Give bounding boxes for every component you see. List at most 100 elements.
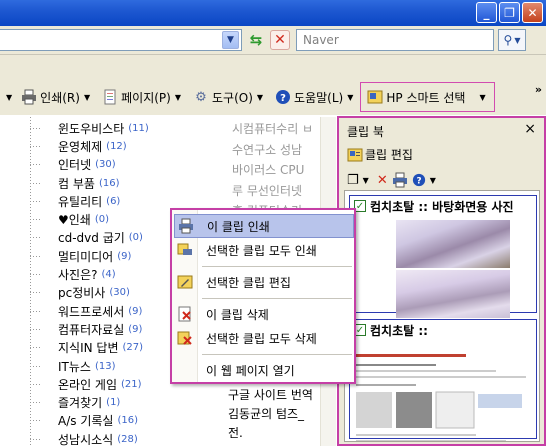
clip-edit-label: 클립 편집	[365, 148, 413, 162]
chevron-down-icon: ▼	[479, 92, 486, 102]
address-dropdown-button[interactable]: ▼	[222, 31, 239, 49]
delete-icon[interactable]: ✕	[377, 173, 388, 188]
category-name: 온라인 게임	[58, 377, 118, 392]
printer-icon	[175, 218, 197, 234]
category-list: 윈도우비스타 (11) 운영체제 (12) 인터넷 (30) 컴 부품 (16) 유틸리티 (6)…	[30, 119, 149, 448]
print-button[interactable]: 인쇄(R) ▼	[18, 84, 93, 110]
clip-thumbnail-image	[396, 270, 510, 318]
address-input[interactable]	[0, 29, 242, 51]
menu-item-label: 이 클립 삭제	[206, 307, 269, 322]
chevron-down-icon[interactable]: ▼	[430, 176, 436, 185]
clip-edit-button[interactable]: 클립 편집	[347, 146, 413, 163]
menu-item-edit-selected[interactable]: 선택한 클립 편집	[174, 270, 354, 294]
copy-icon[interactable]: ❐	[347, 173, 359, 188]
delete-multiple-icon	[174, 330, 196, 346]
printer-icon[interactable]	[392, 172, 408, 188]
restore-icon[interactable]: ❐	[499, 2, 520, 23]
search-input[interactable]: Naver	[296, 29, 494, 51]
category-link[interactable]: 온라인 게임 (21)	[30, 375, 149, 393]
page-label: 페이지(P)	[121, 90, 171, 105]
refresh-icon[interactable]: ⇆	[246, 30, 266, 50]
print-multiple-icon	[174, 242, 196, 258]
print-label: 인쇄(R)	[40, 90, 80, 105]
category-link[interactable]: 지식IN 답변 (27)	[30, 339, 149, 357]
category-link[interactable]: 윈도우비스타 (11)	[30, 119, 149, 137]
category-name: pc정비사	[58, 286, 106, 301]
svg-text:?: ?	[280, 93, 286, 104]
close-icon[interactable]: ✕	[522, 2, 543, 23]
category-count: (27)	[122, 342, 144, 354]
chevron-down-icon[interactable]: ▼	[363, 176, 369, 185]
help-button[interactable]: ? 도움말(L) ▼	[272, 84, 356, 110]
side-text-block: 시컴퓨터수리 ㅂ수연구소 성남바이러스 CPU루 무선인터넷홍 컴퓨터수리	[232, 119, 322, 222]
category-name: cd-dvd 굽기	[58, 231, 125, 246]
side-text-line: 시컴퓨터수리 ㅂ	[232, 122, 314, 136]
chevron-down-icon: ▼	[174, 92, 181, 102]
close-icon[interactable]: ×	[524, 121, 536, 137]
category-link[interactable]: 멀티미디어 (9)	[30, 247, 149, 265]
clip-item[interactable]: ✓ 컴치초탈 ::	[349, 319, 537, 441]
category-link[interactable]: IT뉴스 (13)	[30, 357, 149, 375]
category-count: (30)	[109, 287, 130, 299]
category-link[interactable]: pc정비사 (30)	[30, 284, 149, 302]
overflow-chevron-icon[interactable]: »	[535, 83, 542, 96]
category-count: (28)	[117, 433, 138, 445]
category-link[interactable]: 컴퓨터자료실 (9)	[30, 320, 149, 338]
clip-title: 컴치초탈 :: 바탕화면용 사진	[370, 199, 514, 214]
category-link[interactable]: 사진은? (4)	[30, 265, 149, 283]
category-name: 인터넷	[58, 158, 92, 173]
category-count: (0)	[128, 232, 143, 244]
menu-item-open-web-page[interactable]: 이 웹 페이지 열기	[174, 358, 354, 382]
chevron-down-icon: ▼	[83, 92, 91, 102]
page-button[interactable]: 페이지(P) ▼	[99, 84, 184, 110]
help-icon[interactable]: ?	[412, 173, 426, 187]
tools-button[interactable]: ⚙ 도구(O) ▼	[190, 84, 266, 110]
category-link[interactable]: 유틸리티 (6)	[30, 192, 149, 210]
category-link[interactable]: ♥인쇄 (0)	[30, 210, 149, 228]
address-bar: ▼ ⇆ ✕ Naver ⚲ ▼	[0, 26, 546, 55]
category-link[interactable]: cd-dvd 굽기 (0)	[30, 229, 149, 247]
bottom-text-line: 구글 사이트 번역	[228, 388, 313, 402]
category-count: (9)	[117, 250, 132, 262]
chevron-down-icon: ▼	[256, 92, 264, 102]
chevron-down-icon[interactable]: ▼	[6, 93, 12, 102]
category-count: (9)	[128, 305, 143, 317]
category-count: (21)	[121, 378, 142, 390]
category-name: 윈도우비스타	[58, 121, 125, 136]
menu-item-label: 선택한 클립 모두 인쇄	[206, 243, 317, 258]
menu-separator	[202, 354, 352, 355]
category-link[interactable]: 즐겨찾기 (1)	[30, 393, 149, 411]
category-count: (6)	[106, 195, 121, 207]
clip-list[interactable]: ✓ 컴치초탈 :: 바탕화면용 사진 ✓ 컴치초탈 ::	[344, 190, 540, 442]
clip-item[interactable]: ✓ 컴치초탈 :: 바탕화면용 사진	[349, 195, 537, 318]
command-bar: ▼ 인쇄(R) ▼ 페이지(P) ▼ ⚙ 도구(O) ▼ ? 도움말(L) ▼	[0, 55, 546, 115]
stop-icon[interactable]: ✕	[270, 30, 290, 50]
bottom-text-line: 김동균의 텀즈_	[228, 407, 305, 421]
menu-item-print-clip[interactable]: 이 클립 인쇄	[174, 214, 354, 238]
category-link[interactable]: 성남시소식 (28)	[30, 430, 149, 448]
category-name: 컴퓨터자료실	[58, 322, 125, 337]
menu-item-delete-clip[interactable]: 이 클립 삭제	[174, 302, 354, 326]
minimize-icon[interactable]: _	[476, 2, 497, 23]
menu-item-delete-all-selected[interactable]: 선택한 클립 모두 삭제	[174, 326, 354, 350]
category-name: 지식IN 답변	[58, 341, 119, 356]
category-link[interactable]: 운영체제 (12)	[30, 137, 149, 155]
clip-thumbnail-image	[396, 220, 510, 268]
category-count: (30)	[95, 159, 116, 171]
category-link[interactable]: A/s 기록실 (16)	[30, 412, 149, 430]
category-count: (16)	[117, 415, 138, 427]
svg-text:?: ?	[416, 177, 421, 187]
menu-item-print-all-selected[interactable]: 선택한 클립 모두 인쇄	[174, 238, 354, 262]
search-button[interactable]: ⚲ ▼	[498, 29, 526, 51]
category-count: (11)	[128, 122, 149, 134]
category-link[interactable]: 인터넷 (30)	[30, 156, 149, 174]
bottom-text-line: 전.	[228, 426, 243, 440]
clip-context-menu: 이 클립 인쇄 선택한 클립 모두 인쇄 선택한 클립 편집 이 클립 삭제 선…	[170, 208, 356, 384]
printer-icon	[21, 89, 37, 105]
category-link[interactable]: 워드프로세서 (9)	[30, 302, 149, 320]
hp-smart-select-button[interactable]: HP 스마트 선택 ▼	[360, 82, 495, 112]
menu-item-label: 선택한 클립 모두 삭제	[206, 331, 317, 346]
category-link[interactable]: 컴 부품 (16)	[30, 174, 149, 192]
side-text-line: 수연구소 성남	[232, 142, 303, 157]
tools-label: 도구(O)	[212, 90, 253, 105]
